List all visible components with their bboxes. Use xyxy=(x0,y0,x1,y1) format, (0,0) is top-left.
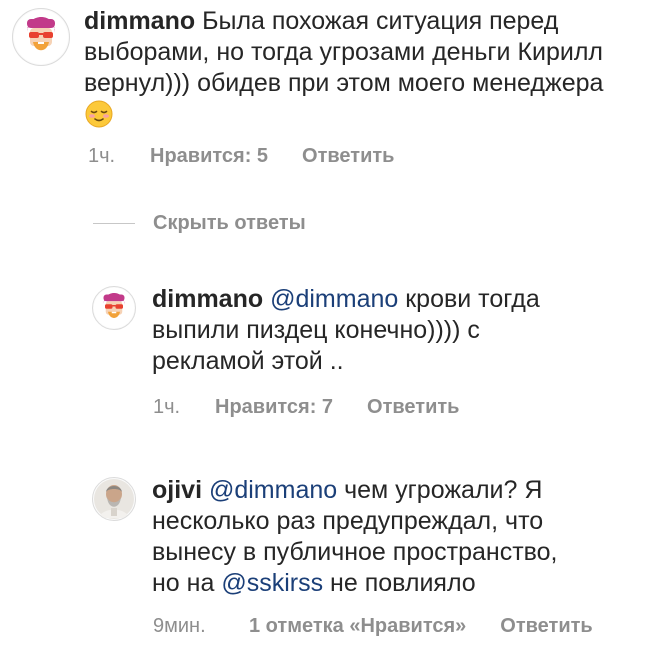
reply-1-likes[interactable]: Нравится: 7 xyxy=(215,396,333,419)
reply-2-body: ojivi @dimmano чем угрожали? Я несколько… xyxy=(152,475,592,599)
hide-replies-label: Скрыть ответы xyxy=(153,212,306,234)
reply-2-reply-button[interactable]: Ответить xyxy=(500,615,592,638)
comment-body: dimmano Была похожая ситуация перед выбо… xyxy=(84,6,604,132)
reply-2: ojivi @dimmano чем угрожали? Я несколько… xyxy=(92,475,592,599)
relieved-face-icon xyxy=(85,100,113,128)
reply-2-time: 9мин. xyxy=(153,615,206,637)
avatar-dimmano-reply[interactable] xyxy=(92,286,136,330)
reply-2-mention[interactable]: @dimmano xyxy=(209,476,337,504)
comment-meta: 1ч. Нравится: 5 Ответить xyxy=(88,145,394,168)
reply-1-reply-button[interactable]: Ответить xyxy=(367,396,459,419)
reply-1-meta: 1ч. Нравится: 7 Ответить xyxy=(153,396,459,419)
comment-reply-button[interactable]: Ответить xyxy=(302,145,394,168)
reply-1-time: 1ч. xyxy=(153,396,181,418)
comment-username[interactable]: dimmano xyxy=(84,7,195,35)
reply-2-likes[interactable]: 1 отметка «Нравится» xyxy=(249,615,466,638)
reply-2-username[interactable]: ojivi xyxy=(152,476,202,504)
avatar-ojivi[interactable] xyxy=(92,477,136,521)
reply-2-mention-sskirss[interactable]: @sskirss xyxy=(221,569,323,597)
comment-main: dimmano Была похожая ситуация перед выбо… xyxy=(12,6,604,132)
reply-1-mention[interactable]: @dimmano xyxy=(270,285,398,313)
comment-time: 1ч. xyxy=(88,145,116,167)
reply-1: dimmano @dimmano крови тогда выпили пизд… xyxy=(92,284,592,377)
dimmano-avatar-icon xyxy=(14,10,68,64)
hide-replies-toggle[interactable]: Скрыть ответы xyxy=(93,212,306,235)
divider-line xyxy=(93,223,135,224)
reply-1-body: dimmano @dimmano крови тогда выпили пизд… xyxy=(152,284,592,377)
comment-likes[interactable]: Нравится: 5 xyxy=(150,145,268,168)
reply-2-text-after: не повлияло xyxy=(330,569,476,597)
reply-2-meta: 9мин. 1 отметка «Нравится» Ответить xyxy=(153,615,593,638)
reply-1-username[interactable]: dimmano xyxy=(152,285,263,313)
dimmano-avatar-icon xyxy=(93,287,135,329)
ojivi-avatar-icon xyxy=(94,479,134,519)
avatar-dimmano[interactable] xyxy=(12,8,70,66)
